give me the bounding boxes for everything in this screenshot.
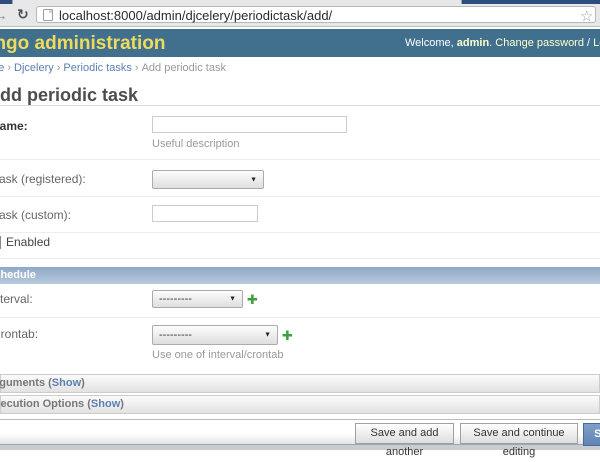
user-tools: Welcome, admin. Change password / Log ou… [405,37,600,49]
row-divider [0,317,600,318]
add-interval-icon[interactable]: ✚ [247,292,258,308]
enabled-checkbox[interactable] [0,236,1,249]
breadcrumb-djcelery[interactable]: Djcelery [14,62,54,74]
name-input[interactable] [152,116,347,133]
change-password-link[interactable]: Change password [495,37,584,49]
row-divider [0,196,600,197]
title-divider [0,105,600,106]
page-title: Add periodic task [0,85,139,105]
page-icon [43,9,53,21]
save-and-add-another-button[interactable]: Save and add another [355,423,454,458]
row-divider [0,159,600,160]
schedule-section-header: Schedule [0,267,600,284]
interval-label: Interval: [0,292,33,306]
task-custom-label: Task (custom): [0,208,72,222]
interval-select[interactable]: --------- ▼ [152,290,243,308]
save-button[interactable]: Save [583,423,600,446]
arguments-section-header: Arguments (Show) [0,374,600,393]
crontab-help-text: Use one of interval/crontab [152,349,284,361]
execution-options-show-link[interactable]: Show [91,398,120,410]
logout-link[interactable]: Log out [593,37,600,49]
username: admin [456,37,490,49]
breadcrumb-current: Add periodic task [141,62,226,74]
site-branding[interactable]: django administration [0,33,165,55]
arguments-show-link[interactable]: Show [52,377,81,389]
chevron-down-icon: ▼ [250,176,257,183]
breadcrumb: Home›Djcelery›Periodic tasks›Add periodi… [0,57,600,80]
breadcrumb-periodic-tasks[interactable]: Periodic tasks [63,62,131,74]
reload-icon[interactable]: ↻ [17,6,29,23]
crontab-label: Crontab: [0,327,39,341]
welcome-text: Welcome, [405,37,454,49]
add-crontab-icon[interactable]: ✚ [282,328,293,344]
task-registered-label: Task (registered): [0,172,86,186]
enabled-label: Enabled [6,235,51,249]
bookmark-star-icon[interactable]: ☆ [580,7,593,25]
task-custom-input[interactable] [152,205,258,222]
execution-options-section-header: Execution Options (Show) [0,395,600,414]
name-label: Name: [0,119,28,133]
task-registered-select[interactable]: ▼ [152,170,264,189]
chevron-down-icon: ▼ [229,295,236,303]
save-and-continue-button[interactable]: Save and continue editing [460,423,578,458]
row-divider [0,258,600,259]
chevron-down-icon: ▼ [264,331,271,339]
url-text[interactable]: localhost:8000/admin/djcelery/periodicta… [59,8,332,23]
name-help-text: Useful description [152,138,240,150]
forward-arrow-icon[interactable]: → [0,7,8,24]
crontab-select[interactable]: --------- ▼ [152,325,278,345]
row-divider [0,232,600,233]
